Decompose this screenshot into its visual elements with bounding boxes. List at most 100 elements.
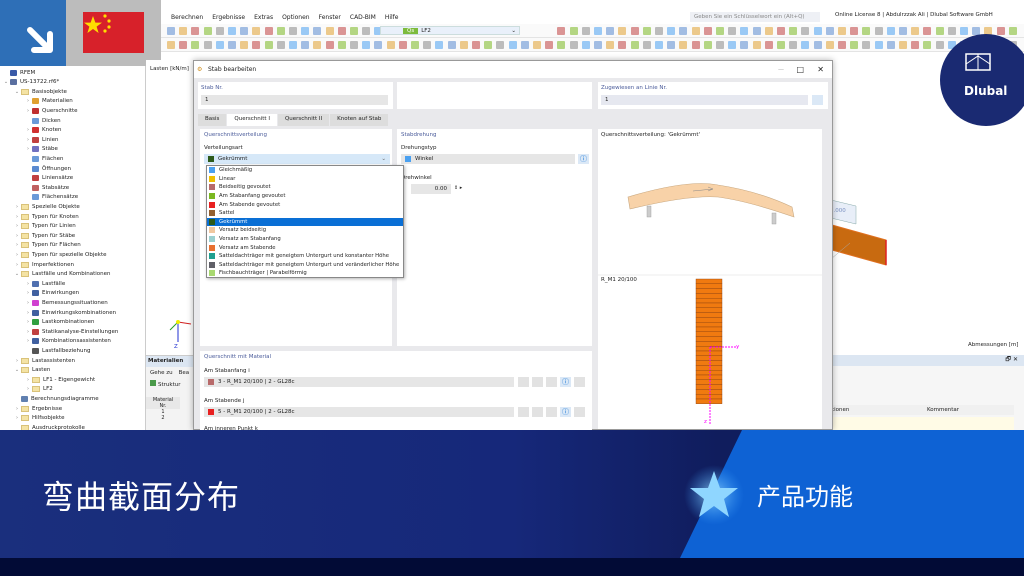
- toolbar-button[interactable]: [215, 27, 224, 35]
- toolbar-button[interactable]: [240, 41, 249, 49]
- toolbar-button[interactable]: [350, 41, 358, 49]
- tree-item[interactable]: Öffnungen: [24, 164, 71, 173]
- toolbar-button[interactable]: [838, 41, 846, 49]
- loadcase-select[interactable]: Qs LF2 ⌄: [380, 26, 520, 35]
- toolbar-button[interactable]: [569, 41, 578, 49]
- toolbar-button[interactable]: [899, 27, 907, 35]
- toolbar-button[interactable]: [228, 41, 236, 49]
- toolbar-button[interactable]: [703, 41, 712, 49]
- toolbar-button[interactable]: [703, 27, 712, 35]
- dropdown-option[interactable]: Fischbauchträger | Parabelförmig: [207, 269, 403, 278]
- tab-3[interactable]: Knoten auf Stab: [330, 114, 389, 126]
- chevron-right-icon[interactable]: ›: [24, 108, 32, 114]
- edit-menu[interactable]: Bea: [179, 370, 190, 376]
- table-row[interactable]: 2: [146, 415, 180, 421]
- close-button[interactable]: ✕: [817, 65, 824, 74]
- toolbar-button[interactable]: [264, 27, 273, 35]
- member-no-field[interactable]: 1: [201, 95, 388, 105]
- rotation-angle-input[interactable]: 0.00: [411, 184, 451, 194]
- chevron-right-icon[interactable]: ›: [24, 338, 32, 344]
- toolbar-button[interactable]: [240, 27, 249, 35]
- tree-item[interactable]: › Stäbe: [24, 145, 58, 154]
- start-section-select[interactable]: 3 - R_M1 20/100 | 2 - GL28c: [204, 377, 514, 387]
- toolbar-button[interactable]: [167, 41, 175, 49]
- menu-item[interactable]: Ergebnisse: [212, 14, 245, 21]
- toolbar-button[interactable]: [179, 41, 188, 49]
- toolbar-button[interactable]: [435, 41, 444, 49]
- tree-item[interactable]: › Typen für Knoten: [13, 212, 79, 221]
- tree-item[interactable]: Liniensätze: [24, 174, 73, 183]
- new-icon[interactable]: [532, 377, 543, 387]
- dropdown-option[interactable]: Am Stabende gevoutet: [207, 200, 403, 209]
- spinner-icon[interactable]: ⇕ ▸: [454, 185, 462, 191]
- chevron-right-icon[interactable]: ›: [13, 223, 21, 229]
- chevron-right-icon[interactable]: ›: [24, 137, 32, 143]
- toolbar-button[interactable]: [191, 27, 200, 35]
- tree-item[interactable]: › Typen für Stäbe: [13, 231, 75, 240]
- toolbar-button[interactable]: [325, 27, 334, 35]
- toolbar-button[interactable]: [740, 27, 749, 35]
- chevron-right-icon[interactable]: ›: [13, 415, 21, 421]
- menu-item[interactable]: Extras: [254, 14, 273, 21]
- toolbar-button[interactable]: [752, 41, 761, 49]
- dropdown-option[interactable]: Linear: [207, 175, 403, 184]
- toolbar-button[interactable]: [728, 41, 737, 49]
- chevron-right-icon[interactable]: ›: [24, 98, 32, 104]
- tree-item[interactable]: › Ergebnisse: [13, 404, 62, 413]
- chevron-down-icon[interactable]: ⌄: [13, 271, 21, 277]
- tree-item[interactable]: › Bemessungssituationen: [24, 298, 108, 307]
- menu-item[interactable]: Berechnen: [171, 14, 203, 21]
- chevron-right-icon[interactable]: ›: [13, 252, 21, 258]
- toolbar-button[interactable]: [862, 41, 871, 49]
- info-icon[interactable]: ⓘ: [560, 377, 571, 387]
- tree-item[interactable]: › Typen für Linien: [13, 222, 76, 231]
- toolbar-button[interactable]: [825, 27, 834, 35]
- chevron-right-icon[interactable]: ›: [13, 262, 21, 268]
- toolbar-button[interactable]: [655, 27, 663, 35]
- toolbar-button[interactable]: [899, 41, 907, 49]
- rotation-type-select[interactable]: Winkel: [401, 154, 575, 164]
- chevron-right-icon[interactable]: ›: [24, 377, 32, 383]
- toolbar-button[interactable]: [886, 41, 895, 49]
- chevron-right-icon[interactable]: ›: [13, 204, 21, 210]
- toolbar-button[interactable]: [655, 41, 663, 49]
- toolbar-button[interactable]: [557, 27, 566, 35]
- toolbar-button[interactable]: [362, 27, 371, 35]
- tree-item[interactable]: › LF1 - Eigengewicht: [24, 375, 95, 384]
- dropdown-option[interactable]: Gleichmäßig: [207, 166, 403, 175]
- dropdown-option[interactable]: Versatz am Stabende: [207, 243, 403, 252]
- toolbar-button[interactable]: [606, 41, 615, 49]
- toolbar-button[interactable]: [850, 41, 859, 49]
- toolbar-button[interactable]: [923, 27, 932, 35]
- toolbar-button[interactable]: [508, 41, 517, 49]
- dropdown-option[interactable]: Satteldachträger mit geneigtem Untergurt…: [207, 252, 403, 261]
- toolbar-button[interactable]: [484, 41, 493, 49]
- dropdown-option[interactable]: Am Stabanfang gevoutet: [207, 192, 403, 201]
- toolbar-button[interactable]: [789, 27, 798, 35]
- toolbar-button[interactable]: [679, 41, 688, 49]
- toolbar-button[interactable]: [362, 41, 371, 49]
- toolbar-button[interactable]: [764, 27, 773, 35]
- chevron-right-icon[interactable]: ›: [24, 310, 32, 316]
- tree-item[interactable]: › Typen für spezielle Objekte: [13, 250, 106, 259]
- toolbar-button[interactable]: [228, 27, 236, 35]
- tree-item[interactable]: Dicken: [24, 116, 61, 125]
- tree-item[interactable]: ⌄ Lasten: [13, 366, 50, 375]
- toolbar-button[interactable]: [716, 27, 724, 35]
- chevron-right-icon[interactable]: ›: [13, 242, 21, 248]
- toolbar-button[interactable]: [533, 41, 541, 49]
- toolbar-button[interactable]: [618, 27, 627, 35]
- chevron-right-icon[interactable]: ›: [24, 386, 32, 392]
- edit-icon[interactable]: [546, 407, 557, 417]
- details-icon[interactable]: [574, 407, 585, 417]
- chevron-down-icon[interactable]: ⌄: [13, 89, 21, 95]
- toolbar-button[interactable]: [301, 41, 310, 49]
- toolbar-button[interactable]: [252, 41, 261, 49]
- toolbar-button[interactable]: [337, 27, 346, 35]
- minimize-button[interactable]: —: [778, 66, 784, 73]
- dropdown-option[interactable]: Versatz am Stabanfang: [207, 235, 403, 244]
- toolbar-button[interactable]: [581, 27, 590, 35]
- toolbar-button[interactable]: [716, 41, 724, 49]
- chevron-down-icon[interactable]: ⌄: [2, 79, 10, 85]
- toolbar-button[interactable]: [691, 27, 700, 35]
